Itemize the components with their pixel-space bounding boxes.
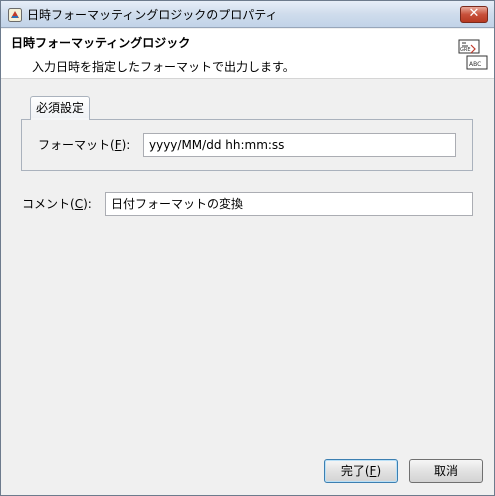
comment-label: コメント(C):	[22, 197, 92, 211]
format-label: フォーマット(F):	[38, 138, 131, 152]
app-icon	[8, 8, 22, 22]
header-panel: 日時フォーマッティングロジック 入力日時を指定したフォーマットで出力します。 G…	[1, 29, 494, 79]
header-title: 日時フォーマッティングロジック	[11, 36, 191, 50]
finish-button[interactable]: 完了(F)	[324, 459, 398, 483]
icon-text-top: GRE	[460, 47, 471, 53]
icon-text-bottom: ABC	[469, 61, 481, 68]
format-mnemonic: F	[114, 138, 122, 152]
tab-required-settings[interactable]: 必須設定	[30, 96, 90, 120]
properties-dialog: 日時フォーマッティングロジックのプロパティ ✕ 日時フォーマッティングロジック …	[0, 0, 495, 496]
close-button[interactable]: ✕	[460, 6, 488, 23]
format-input[interactable]: yyyy/MM/dd hh:mm:ss	[143, 133, 456, 157]
comment-input[interactable]: 日付フォーマットの変換	[105, 192, 473, 216]
tab-join	[31, 118, 89, 120]
window-title: 日時フォーマッティングロジックのプロパティ	[27, 8, 278, 22]
date-format-logic-icon: GRE ABC	[458, 39, 488, 70]
cancel-button[interactable]: 取消	[409, 459, 483, 483]
header-description: 入力日時を指定したフォーマットで出力します。	[32, 60, 295, 74]
comment-mnemonic: C	[74, 197, 84, 211]
title-bar[interactable]: 日時フォーマッティングロジックのプロパティ ✕	[1, 1, 494, 28]
tab-label: 必須設定	[35, 101, 84, 115]
